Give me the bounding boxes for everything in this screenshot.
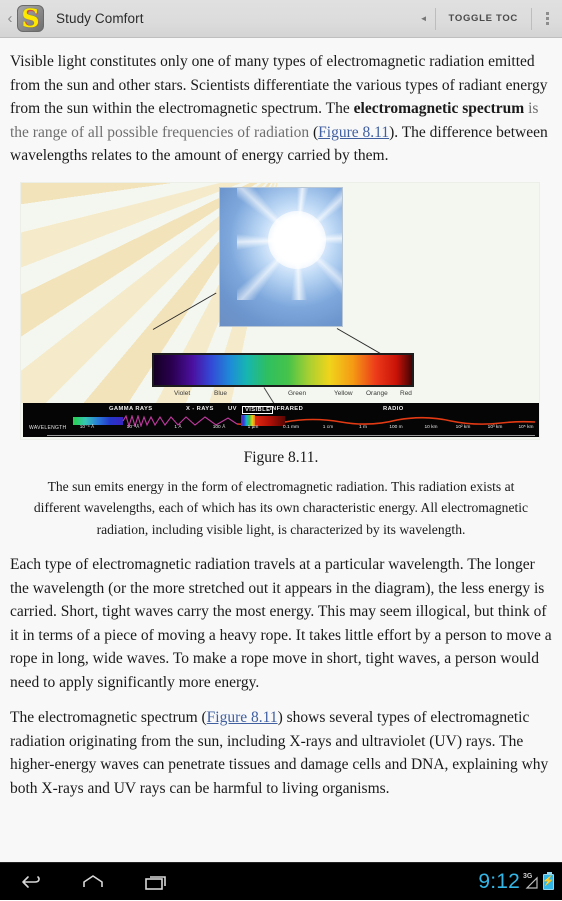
app-icon[interactable]: S S — [17, 5, 44, 32]
overflow-menu-icon[interactable] — [532, 0, 562, 37]
figure-8-11: Violet Blue Green Yellow Orange Red GAMMA RAY… — [20, 181, 542, 541]
toolbar-actions: ◄ TOGGLE TOC — [413, 0, 562, 37]
paragraph-3: The electromagnetic spectrum (Figure 8.1… — [10, 706, 552, 800]
wavelength-tick-label: 100 Å — [212, 424, 226, 430]
sun-core-icon — [267, 211, 326, 270]
back-arrow-icon — [22, 875, 40, 888]
app-toolbar: ‹ S S Study Comfort ◄ TOGGLE TOC — [0, 0, 562, 38]
collapse-triangle-icon[interactable]: ◄ — [413, 14, 435, 23]
wavelength-tick-label: 10⁻²Å — [126, 424, 140, 430]
charging-bolt-icon: ⚡ — [542, 876, 555, 887]
visible-color-label: Orange — [366, 389, 388, 397]
overflow-dot — [545, 22, 549, 25]
visible-color-label: Red — [400, 389, 412, 397]
em-region-label: RADIO — [383, 405, 404, 412]
wavelength-tick-label: 10⁻⁴ Å — [79, 424, 95, 430]
wavelength-tick-label: 1 Å — [174, 424, 182, 430]
status-clock: 9:12 — [478, 870, 520, 893]
book-content-area[interactable]: Visible light constitutes only one of ma… — [0, 38, 562, 862]
wavelength-tick-label: 0.1 mm — [283, 424, 299, 430]
wavelength-tick-label: 10⁵ km — [518, 424, 534, 430]
em-spectrum-bar: GAMMA RAYS X - RAYS UV VISIBLE INFRARED RADIO… — [23, 402, 539, 437]
visible-spectrum-group: Violet Blue Green Yellow Orange Red — [152, 352, 414, 417]
wavelength-axis-label: WAVELENGTH — [29, 424, 67, 431]
status-tray[interactable]: 9:12 3G ⚡ — [478, 863, 554, 901]
paren-open: ( — [309, 123, 319, 141]
wavelength-axis: WAVELENGTH 10⁻⁴ Å 10⁻²Å 1 Å 100 Å 1 µm 0.1 mm… — [23, 425, 539, 436]
visible-color-label: Violet — [174, 389, 191, 397]
figure-image: Violet Blue Green Yellow Orange Red GAMMA RAY… — [20, 181, 540, 440]
nav-home-button[interactable] — [62, 863, 124, 901]
battery-icon: ⚡ — [542, 872, 555, 890]
signal-triangle-icon — [525, 876, 538, 889]
wavelength-tick-label: 1 µm — [247, 424, 259, 430]
figure-link-2[interactable]: Figure 8.11 — [207, 709, 278, 726]
signal-icon: 3G — [523, 873, 540, 890]
back-chevron-icon[interactable]: ‹ — [3, 11, 17, 26]
visible-color-label: Green — [288, 389, 307, 397]
wavelength-tick-label: 10³ km — [487, 424, 503, 430]
toggle-toc-button[interactable]: TOGGLE TOC — [434, 7, 532, 30]
em-region-label: GAMMA RAYS — [109, 405, 153, 412]
visible-spectrum-band — [152, 352, 414, 387]
axis-line — [47, 434, 535, 436]
app-title: Study Comfort — [56, 11, 144, 26]
nav-recents-button[interactable] — [124, 863, 186, 901]
em-region-label: INFRARED — [270, 405, 304, 412]
visible-color-label: Yellow — [334, 389, 353, 397]
wavelength-tick-label: 1 m — [359, 424, 367, 430]
overflow-dot — [545, 12, 549, 15]
figure-link-1[interactable]: Figure 8.11 — [318, 124, 389, 141]
em-region-label: UV — [228, 405, 237, 412]
figure-caption: The sun emits energy in the form of elec… — [33, 478, 529, 538]
em-region-label: X - RAYS — [186, 405, 214, 412]
paragraph-1: Visible light constitutes only one of ma… — [10, 50, 552, 168]
em-region-label: VISIBLE — [242, 405, 274, 414]
paragraph-2: Each type of electromagnetic radiation t… — [10, 555, 552, 691]
paragraph-3-text-a: The electromagnetic spectrum ( — [10, 709, 207, 727]
overflow-dot — [545, 17, 549, 20]
android-navigation-bar: 9:12 3G ⚡ — [0, 862, 562, 900]
figure-title: Figure 8.11. — [243, 448, 319, 466]
wavelength-tick-label: 10 km — [424, 424, 438, 430]
sun-photograph — [219, 186, 343, 327]
glossary-term: electromagnetic spectrum — [353, 100, 525, 118]
app-icon-letter: S — [21, 5, 40, 32]
visible-color-labels: Violet Blue Green Yellow Orange Red — [152, 387, 414, 401]
wavelength-tick-label: 1 cm — [322, 424, 334, 430]
wavelength-tick-label: 100 m — [389, 424, 403, 430]
wavelength-tick-label: 10² km — [455, 424, 471, 430]
recent-apps-icon — [145, 875, 166, 890]
visible-color-label: Blue — [214, 389, 228, 397]
home-icon — [83, 874, 103, 887]
nav-back-button[interactable] — [0, 863, 62, 901]
